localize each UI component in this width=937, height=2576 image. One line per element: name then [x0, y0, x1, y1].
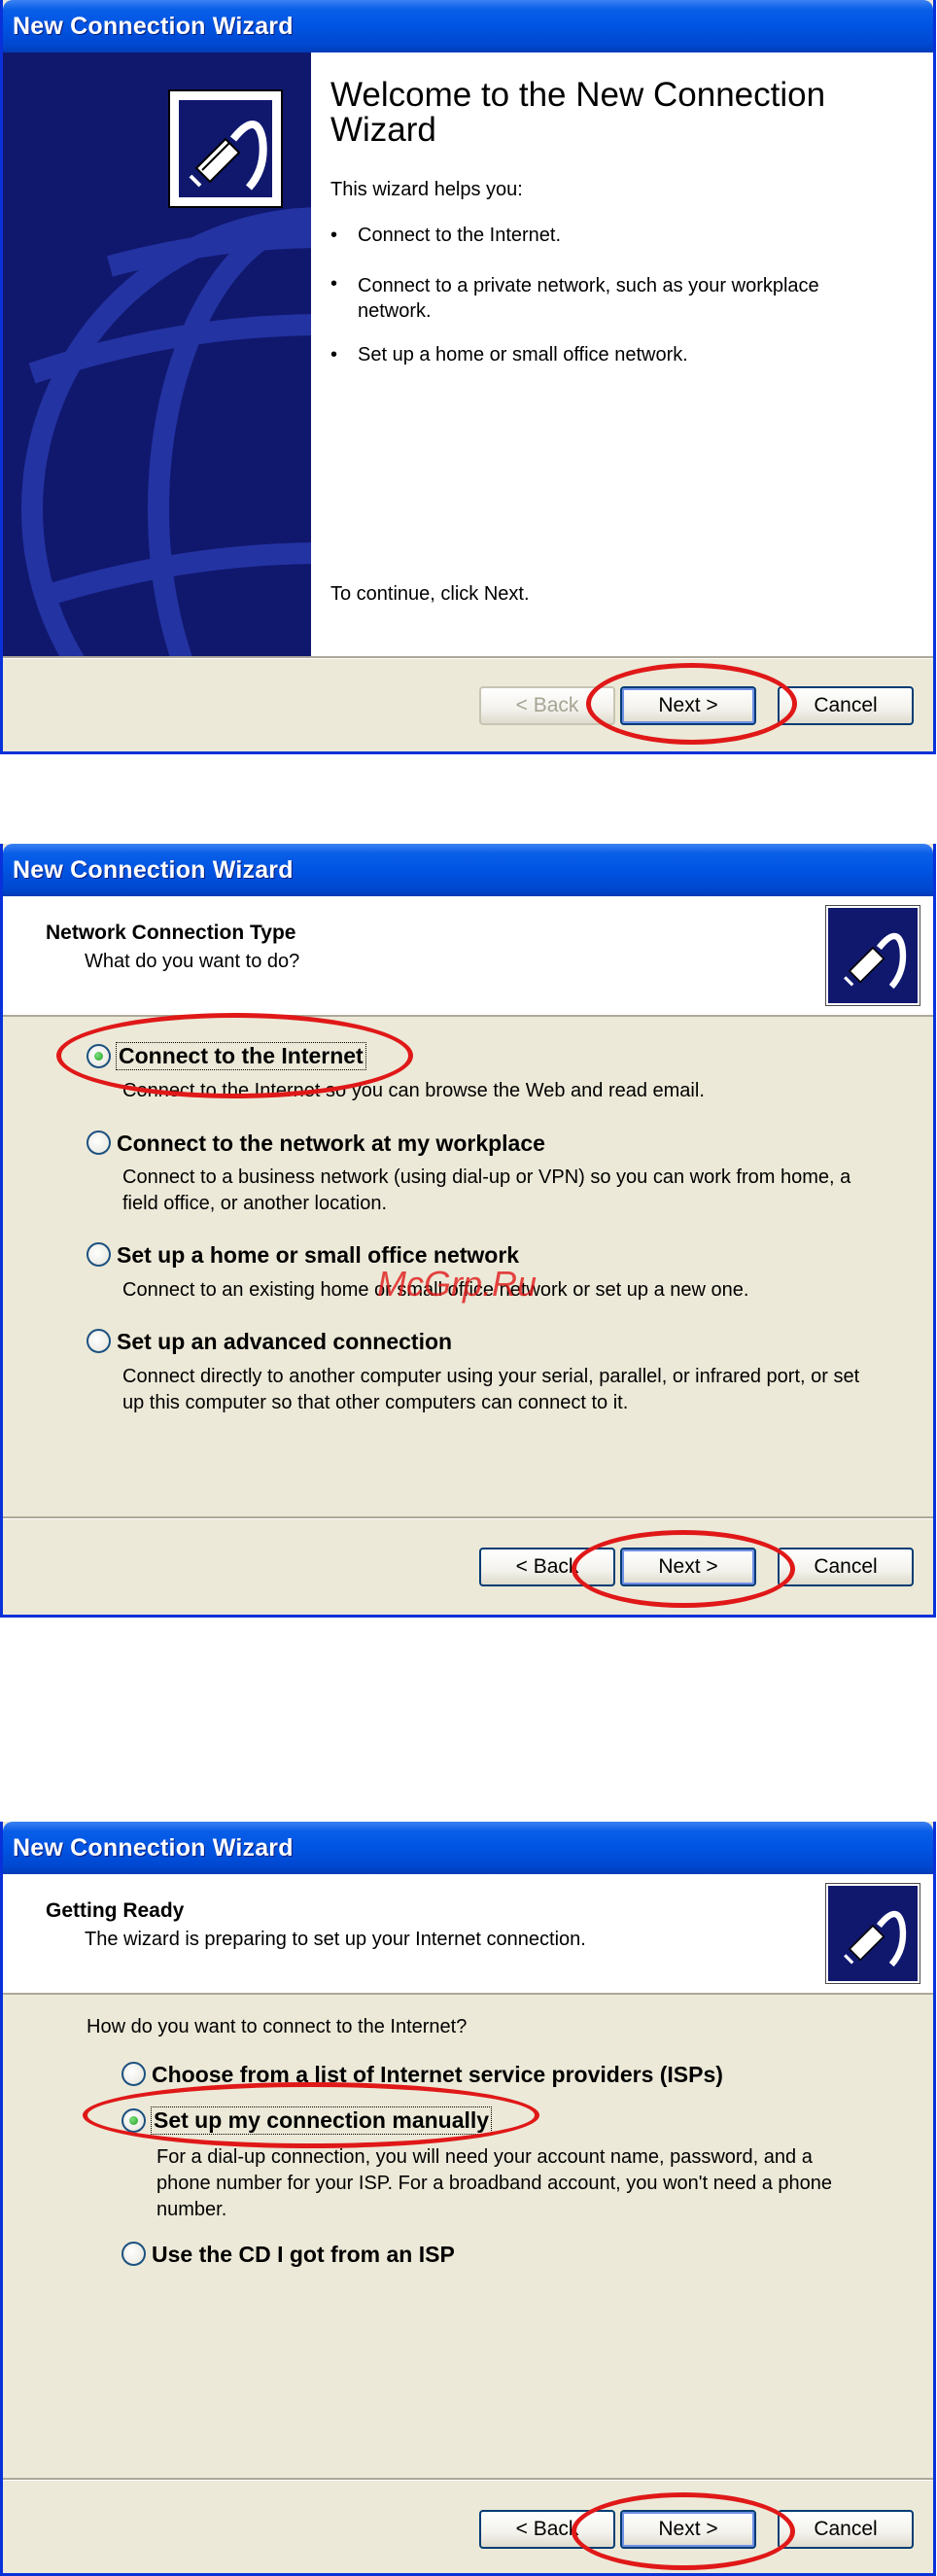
wizard-header: Getting Ready The wizard is preparing to…: [3, 1874, 933, 1995]
watermark: McGrp.Ru: [377, 1264, 538, 1304]
cancel-button[interactable]: Cancel: [778, 686, 914, 725]
cancel-button[interactable]: Cancel: [778, 2510, 914, 2549]
back-button[interactable]: < Back: [479, 2510, 615, 2549]
bullet-text: Connect to a private network, such as yo…: [358, 275, 819, 322]
wizard-window-connection-type: New Connection Wizard Network Connection…: [0, 844, 936, 1618]
back-button[interactable]: < Back: [479, 1548, 615, 1586]
option-description: For a dial-up connection, you will need …: [156, 2146, 833, 2220]
radio-use-isp-cd[interactable]: [121, 2242, 146, 2266]
next-button[interactable]: Next >: [620, 1548, 756, 1586]
network-cable-icon: [826, 906, 920, 1005]
radio-connect-internet[interactable]: [87, 1044, 111, 1068]
window-title: New Connection Wizard: [13, 13, 294, 40]
wizard-side-panel: [3, 52, 311, 656]
option-description: Connect to the Internet so you can brows…: [122, 1080, 705, 1101]
option-label[interactable]: Connect to the network at my workplace: [117, 1131, 545, 1157]
option-label[interactable]: Connect to the Internet: [116, 1042, 366, 1070]
title-bar[interactable]: New Connection Wizard: [3, 1822, 933, 1874]
page-subtitle: The wizard is preparing to set up your I…: [85, 1929, 586, 1950]
window-title: New Connection Wizard: [13, 856, 294, 884]
option-label[interactable]: Set up my connection manually: [150, 2106, 493, 2135]
welcome-content: Welcome to the New Connection Wizard Thi…: [311, 52, 933, 656]
welcome-heading: Welcome to the New Connection Wizard: [330, 76, 826, 149]
continue-text: To continue, click Next.: [330, 583, 530, 605]
bullet-text: Set up a home or small office network.: [358, 344, 688, 366]
radio-workplace-network[interactable]: [87, 1131, 111, 1155]
radio-home-network[interactable]: [87, 1242, 111, 1267]
option-description: Connect to a business network (using dia…: [122, 1166, 851, 1214]
question-text: How do you want to connect to the Intern…: [87, 2016, 468, 2037]
network-cable-icon: [826, 1884, 920, 1983]
option-label[interactable]: Set up an advanced connection: [117, 1329, 452, 1355]
next-button[interactable]: Next >: [620, 686, 756, 725]
wizard-window-welcome: New Connection Wizard Welcome to the New…: [0, 0, 936, 754]
page-subtitle: What do you want to do?: [85, 951, 300, 972]
bullet-text: Connect to the Internet.: [358, 225, 562, 246]
page-title: Network Connection Type: [46, 922, 296, 944]
option-label[interactable]: Choose from a list of Internet service p…: [152, 2062, 723, 2088]
next-button[interactable]: Next >: [620, 2510, 756, 2549]
radio-setup-manually[interactable]: [121, 2108, 146, 2133]
option-label[interactable]: Use the CD I got from an ISP: [152, 2242, 455, 2268]
network-cable-icon: [168, 89, 283, 208]
wizard-header: Network Connection Type What do you want…: [3, 896, 933, 1017]
back-button[interactable]: < Back: [479, 686, 615, 725]
title-bar[interactable]: New Connection Wizard: [3, 0, 933, 52]
radio-choose-isp-list[interactable]: [121, 2062, 146, 2086]
option-description: Connect directly to another computer usi…: [122, 1366, 860, 1413]
cancel-button[interactable]: Cancel: [778, 1548, 914, 1586]
page-title: Getting Ready: [46, 1899, 185, 1922]
window-title: New Connection Wizard: [13, 1834, 294, 1862]
radio-advanced-connection[interactable]: [87, 1329, 111, 1353]
wizard-window-getting-ready: New Connection Wizard Getting Ready The …: [0, 1822, 936, 2576]
intro-text: This wizard helps you:: [330, 179, 523, 200]
title-bar[interactable]: New Connection Wizard: [3, 844, 933, 896]
